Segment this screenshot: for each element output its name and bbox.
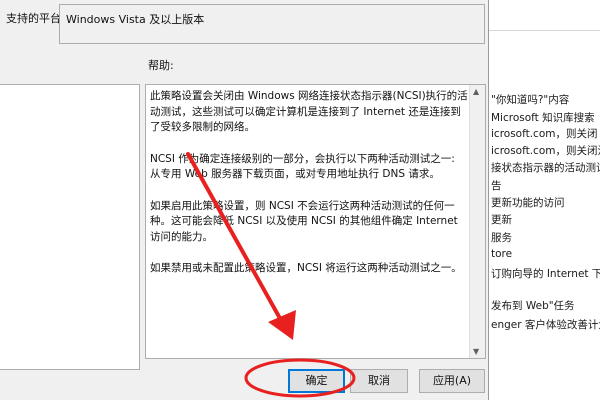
help-paragraph: NCSI 作为确定连接级别的一部分，会执行以下两种活动测试之一: 从专用 Web… bbox=[150, 152, 455, 181]
list-item[interactable]: 发布到 Web"任务 bbox=[491, 298, 575, 313]
supported-platform-label: 支持的平台: bbox=[6, 12, 65, 25]
help-paragraph: 此策略设置会关闭由 Windows 网络连接状态指示器(NCSI)执行的活动测试… bbox=[150, 90, 468, 133]
list-item[interactable]: 告 bbox=[491, 178, 502, 193]
list-item[interactable]: 更新 bbox=[491, 212, 512, 227]
help-scrollbar[interactable]: ▲ ▼ bbox=[469, 85, 485, 358]
help-textbox[interactable]: 此策略设置会关闭由 Windows 网络连接状态指示器(NCSI)执行的活动测试… bbox=[145, 84, 486, 359]
list-item[interactable]: icrosoft.com，则关闭 In bbox=[491, 126, 600, 141]
apply-button[interactable]: 应用(A) bbox=[419, 369, 485, 393]
help-label: 帮助: bbox=[148, 59, 174, 72]
ok-button[interactable]: 确定 bbox=[288, 369, 345, 393]
list-item[interactable]: Microsoft 知识库搜索 bbox=[491, 110, 595, 125]
scroll-up-icon[interactable]: ▲ bbox=[473, 87, 479, 96]
list-item[interactable]: 订购向导的 Internet 下载 bbox=[491, 266, 600, 281]
options-panel bbox=[0, 84, 140, 370]
list-item[interactable]: 更新功能的访问 bbox=[491, 195, 565, 210]
help-text: 此策略设置会关闭由 Windows 网络连接状态指示器(NCSI)执行的活动测试… bbox=[150, 89, 468, 293]
supported-platform-value: Windows Vista 及以上版本 bbox=[66, 13, 205, 26]
cancel-button[interactable]: 取消 bbox=[350, 369, 408, 393]
list-item[interactable]: "你知道吗?"内容 bbox=[491, 92, 569, 107]
background-settings-list: "你知道吗?"内容 Microsoft 知识库搜索 icrosoft.com，则… bbox=[488, 0, 600, 400]
divider bbox=[489, 30, 600, 31]
list-item[interactable]: enger 客户体验改善计划 bbox=[491, 317, 600, 332]
list-item[interactable]: 服务 bbox=[491, 230, 512, 245]
help-paragraph: 如果启用此策略设置，则 NCSI 不会运行这两种活动测试的任何一种。这可能会降低… bbox=[150, 199, 458, 243]
list-item[interactable]: tore bbox=[491, 248, 512, 260]
list-item[interactable]: icrosoft.com，则关闭注 bbox=[491, 143, 600, 158]
list-item[interactable]: 接状态指示器的活动测试 bbox=[491, 160, 600, 175]
help-paragraph: 如果禁用或未配置此策略设置，NCSI 将运行这两种活动测试之一。 bbox=[150, 262, 462, 274]
supported-platform-field: Windows Vista 及以上版本 bbox=[59, 4, 485, 44]
scroll-down-icon[interactable]: ▼ bbox=[473, 347, 479, 356]
background-list-header bbox=[489, 0, 600, 30]
policy-dialog: 支持的平台: Windows Vista 及以上版本 帮助: 此策略设置会关闭由… bbox=[0, 0, 488, 400]
